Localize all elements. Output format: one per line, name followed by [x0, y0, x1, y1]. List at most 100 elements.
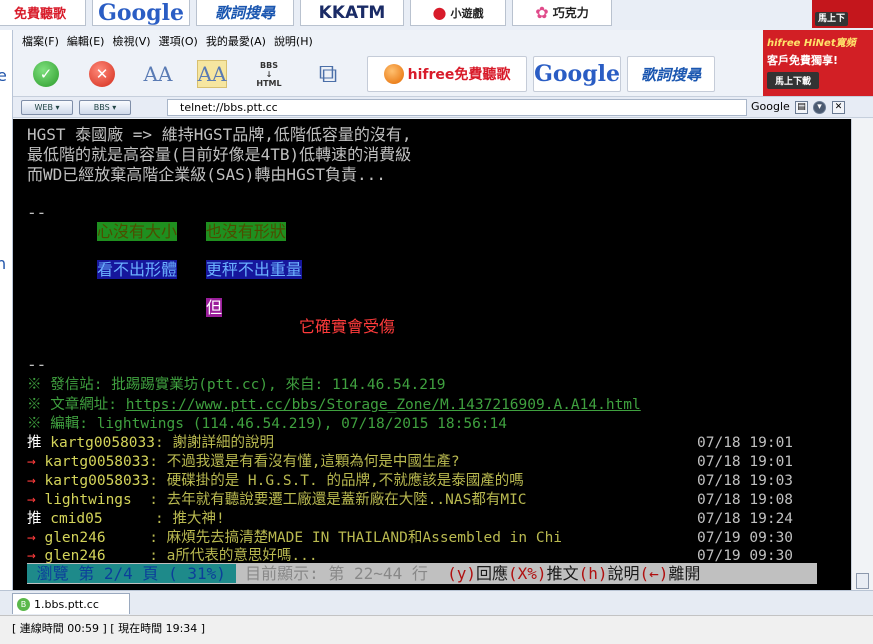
signature-text: 心沒有大小 — [97, 222, 178, 241]
signature-text: 更秤不出重量 — [205, 260, 302, 279]
leave-key: (←) — [639, 564, 669, 583]
address-input[interactable]: telnet://bbs.ptt.cc — [167, 99, 747, 116]
strip-ad-action: 馬上下 — [815, 12, 849, 26]
push-text: : 推大神! — [102, 511, 225, 527]
push-text: : 不過我還是有看沒有懂,這顆為何是中國生產? — [149, 454, 460, 470]
article-url-line: ※ 文章網址: https://www.ptt.cc/bbs/Storage_Z… — [27, 395, 641, 415]
background-glyph: e — [0, 66, 7, 85]
push-user: kartg0058033 — [50, 435, 155, 451]
lyric-search-button[interactable]: 歌詞搜尋 — [627, 56, 715, 92]
page-indicator: 瀏覽 第 2/4 頁 ( 31%) — [27, 564, 236, 583]
vertical-scrollbar[interactable] — [851, 119, 873, 593]
push-user: glen246 — [44, 530, 106, 546]
reply-label: 回應 — [476, 564, 509, 583]
menu-view[interactable]: 檢視(V) — [112, 33, 150, 49]
push-tag: 推 — [27, 511, 42, 527]
terminal-screen[interactable]: HGST 泰國廠 => 維持HGST品牌,低階低容量的沒有, 最低階的就是高容量… — [13, 119, 851, 593]
bbs-label: BBS — [260, 60, 278, 70]
footer-separator: -- — [27, 355, 47, 374]
strip-google-link[interactable]: Google — [92, 0, 190, 26]
hinet-ad-banner[interactable]: hifree HiNet寬頻 客戶免費獨享! 馬上下載 — [763, 30, 873, 96]
background-glyph: n — [0, 254, 6, 273]
scrollbar-thumb[interactable] — [856, 573, 869, 589]
push-label: 推文 — [546, 564, 579, 583]
html-label: HTML — [256, 78, 282, 88]
push-text: : 硬碟掛的是 H.G.S.T. 的品牌,不就應該是泰國產的嗎 — [149, 473, 524, 489]
google-search-label[interactable]: Google — [751, 100, 790, 113]
strip-choco-label: 巧克力 — [552, 6, 589, 20]
strip-ad-banner[interactable]: 馬上下 — [812, 0, 873, 28]
signature-text: 看不出形體 — [97, 260, 178, 279]
push-row: → lightwings : 去年就有聽說要遷工廠還是蓋新廠在大陸..NAS都有… — [27, 490, 793, 510]
push-time: 07/18 19:03 — [697, 473, 794, 489]
reply-key: (y) — [447, 564, 477, 583]
article-line: 而WD已經放棄高階企業級(SAS)轉由HGST負責... — [27, 165, 386, 184]
signature-separator: -- — [27, 203, 47, 222]
push-time: 07/18 19:24 — [697, 511, 794, 527]
tab-bbs-ptt[interactable]: B 1.bbs.ptt.cc — [12, 593, 130, 614]
font-fit-button[interactable]: AA — [197, 60, 227, 88]
search-go-icon[interactable]: ▾ — [813, 101, 826, 114]
push-row: 推 cmid05 : 推大神! 07/18 19:24 — [27, 509, 793, 529]
push-row: → glen246 : 麻煩先去搞清楚MADE IN THAILAND和Asse… — [27, 528, 793, 548]
ad-download-button[interactable]: 馬上下載 — [767, 72, 820, 89]
strip-game-link[interactable]: ● 小遊戲 — [410, 0, 506, 26]
push-user: glen246 — [44, 548, 106, 564]
menu-favorites[interactable]: 我的最愛(A) — [206, 33, 266, 49]
search-options-icon[interactable]: ▤ — [795, 101, 808, 114]
help-label: 說明 — [607, 564, 640, 583]
push-text: : 麻煩先去搞清楚MADE IN THAILAND和Assembled in C… — [105, 530, 563, 546]
menu-file[interactable]: 檔案(F) — [22, 33, 59, 49]
web-dropdown[interactable]: WEB ▾ — [21, 100, 73, 115]
strip-game-label: 小遊戲 — [450, 6, 484, 20]
push-tag: → — [27, 492, 36, 508]
menu-bar: 檔案(F) 編輯(E) 檢視(V) 選項(O) 我的最愛(A) 說明(H) — [13, 30, 763, 52]
connection-icon: B — [17, 597, 30, 611]
ad-line-offer: 客戶免費獨享! — [767, 54, 839, 67]
tab-label: 1.bbs.ptt.cc — [34, 597, 99, 611]
article-line: HGST 泰國廠 => 維持HGST品牌,低階低容量的沒有, — [27, 125, 412, 144]
menu-options[interactable]: 選項(O) — [159, 33, 198, 49]
bbs-to-html-button[interactable]: BBS ↓ HTML — [249, 57, 289, 91]
push-time: 07/18 19:08 — [697, 492, 794, 508]
strip-lyric-link[interactable]: 歌詞搜尋 — [196, 0, 294, 26]
status-bar: [ 連線時間 00:59 ] [ 現在時間 19:34 ] — [0, 615, 873, 644]
push-tag: 推 — [27, 435, 42, 451]
connected-time: [ 連線時間 00:59 ] — [12, 622, 107, 635]
background-window-strip: 免費聽歌 Google 歌詞搜尋 KKATM ● 小遊戲 ✿ 巧克力 馬上下 — [0, 0, 873, 30]
address-row: WEB ▾ BBS ▾ telnet://bbs.ptt.cc Google ▤… — [13, 96, 873, 118]
check-icon: ✓ — [33, 61, 59, 87]
connect-button[interactable]: ✓ — [29, 57, 63, 91]
leave-label: 離開 — [668, 564, 701, 583]
strip-kkatm-link[interactable]: KKATM — [300, 0, 404, 26]
signature-line: 它確實會受傷 — [299, 317, 396, 336]
strip-hifree-link[interactable]: 免費聽歌 — [0, 0, 86, 26]
post-origin: ※ 發信站: 批踢踢實業坊(ptt.cc), 來自: 114.46.54.219 — [27, 377, 446, 393]
push-row: → kartg0058033: 不過我還是有看沒有懂,這顆為何是中國生產? 07/… — [27, 452, 793, 472]
push-tag: → — [27, 530, 36, 546]
push-tag: → — [27, 473, 36, 489]
pager-status-line: 瀏覽 第 2/4 頁 ( 31%) 目前顯示: 第 22~44 行 (y)回應(… — [27, 563, 817, 584]
close-icon: ✕ — [89, 61, 115, 87]
google-button[interactable]: Google — [533, 56, 621, 92]
menu-help[interactable]: 說明(H) — [274, 33, 313, 49]
push-user: kartg0058033 — [44, 454, 150, 470]
line-range: 目前顯示: 第 22~44 行 — [235, 564, 448, 583]
font-size-button[interactable]: AA — [141, 57, 175, 91]
push-key: (X%) — [508, 564, 547, 583]
article-url-link[interactable]: https://www.ptt.cc/bbs/Storage_Zone/M.14… — [126, 397, 641, 413]
push-time: 07/19 09:30 — [697, 530, 794, 546]
cube-tool-button[interactable]: ⧉ — [311, 57, 345, 91]
signature-text: 但 — [206, 298, 223, 317]
signature-line: 心沒有大小 也沒有形狀 — [97, 222, 286, 242]
choco-icon: ✿ — [535, 3, 549, 22]
strip-choco-link[interactable]: ✿ 巧克力 — [512, 0, 612, 26]
hifree-music-button[interactable]: hifree免費聽歌 — [367, 56, 527, 92]
close-icon[interactable]: ✕ — [832, 101, 845, 114]
current-time: [ 現在時間 19:34 ] — [110, 622, 206, 635]
toolbar: ✓ ✕ AA AA BBS ↓ HTML ⧉ hifree免費聽歌 Google… — [13, 52, 763, 96]
disconnect-button[interactable]: ✕ — [85, 57, 119, 91]
bbs-dropdown[interactable]: BBS ▾ — [79, 100, 131, 115]
menu-edit[interactable]: 編輯(E) — [67, 33, 105, 49]
cube-icon: ⧉ — [318, 58, 338, 89]
